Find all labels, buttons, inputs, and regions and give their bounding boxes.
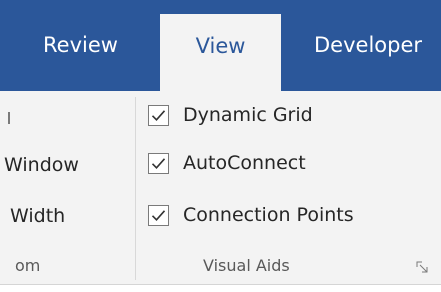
dynamic-grid-label: Dynamic Grid: [183, 104, 313, 126]
zoom-window-button[interactable]: Window: [4, 154, 79, 176]
group-separator: [135, 97, 136, 280]
dynamic-grid-option[interactable]: Dynamic Grid: [148, 100, 313, 130]
dialog-launcher-icon[interactable]: [416, 261, 429, 274]
ribbon-screen: Review View Developer Window Width om Dy…: [0, 0, 441, 292]
autoconnect-option[interactable]: AutoConnect: [148, 148, 306, 178]
autoconnect-checkbox[interactable]: [148, 152, 169, 174]
dynamic-grid-checkbox[interactable]: [148, 104, 169, 126]
below-ribbon-area: [0, 285, 441, 292]
autoconnect-label: AutoConnect: [183, 152, 306, 174]
checkmark-icon: [151, 157, 166, 169]
tab-review[interactable]: Review: [43, 0, 118, 91]
checkmark-icon: [151, 109, 166, 121]
connection-points-label: Connection Points: [183, 204, 354, 226]
tab-developer[interactable]: Developer: [314, 0, 422, 91]
checkmark-icon: [151, 209, 166, 221]
connection-points-checkbox[interactable]: [148, 204, 169, 226]
connection-points-option[interactable]: Connection Points: [148, 200, 354, 230]
zoom-width-button[interactable]: Width: [10, 205, 65, 227]
tab-view[interactable]: View: [160, 14, 281, 91]
zoom-cutoff-icon: [8, 112, 16, 124]
visual-aids-group-label: Visual Aids: [203, 256, 290, 275]
zoom-group-label: om: [15, 256, 41, 275]
